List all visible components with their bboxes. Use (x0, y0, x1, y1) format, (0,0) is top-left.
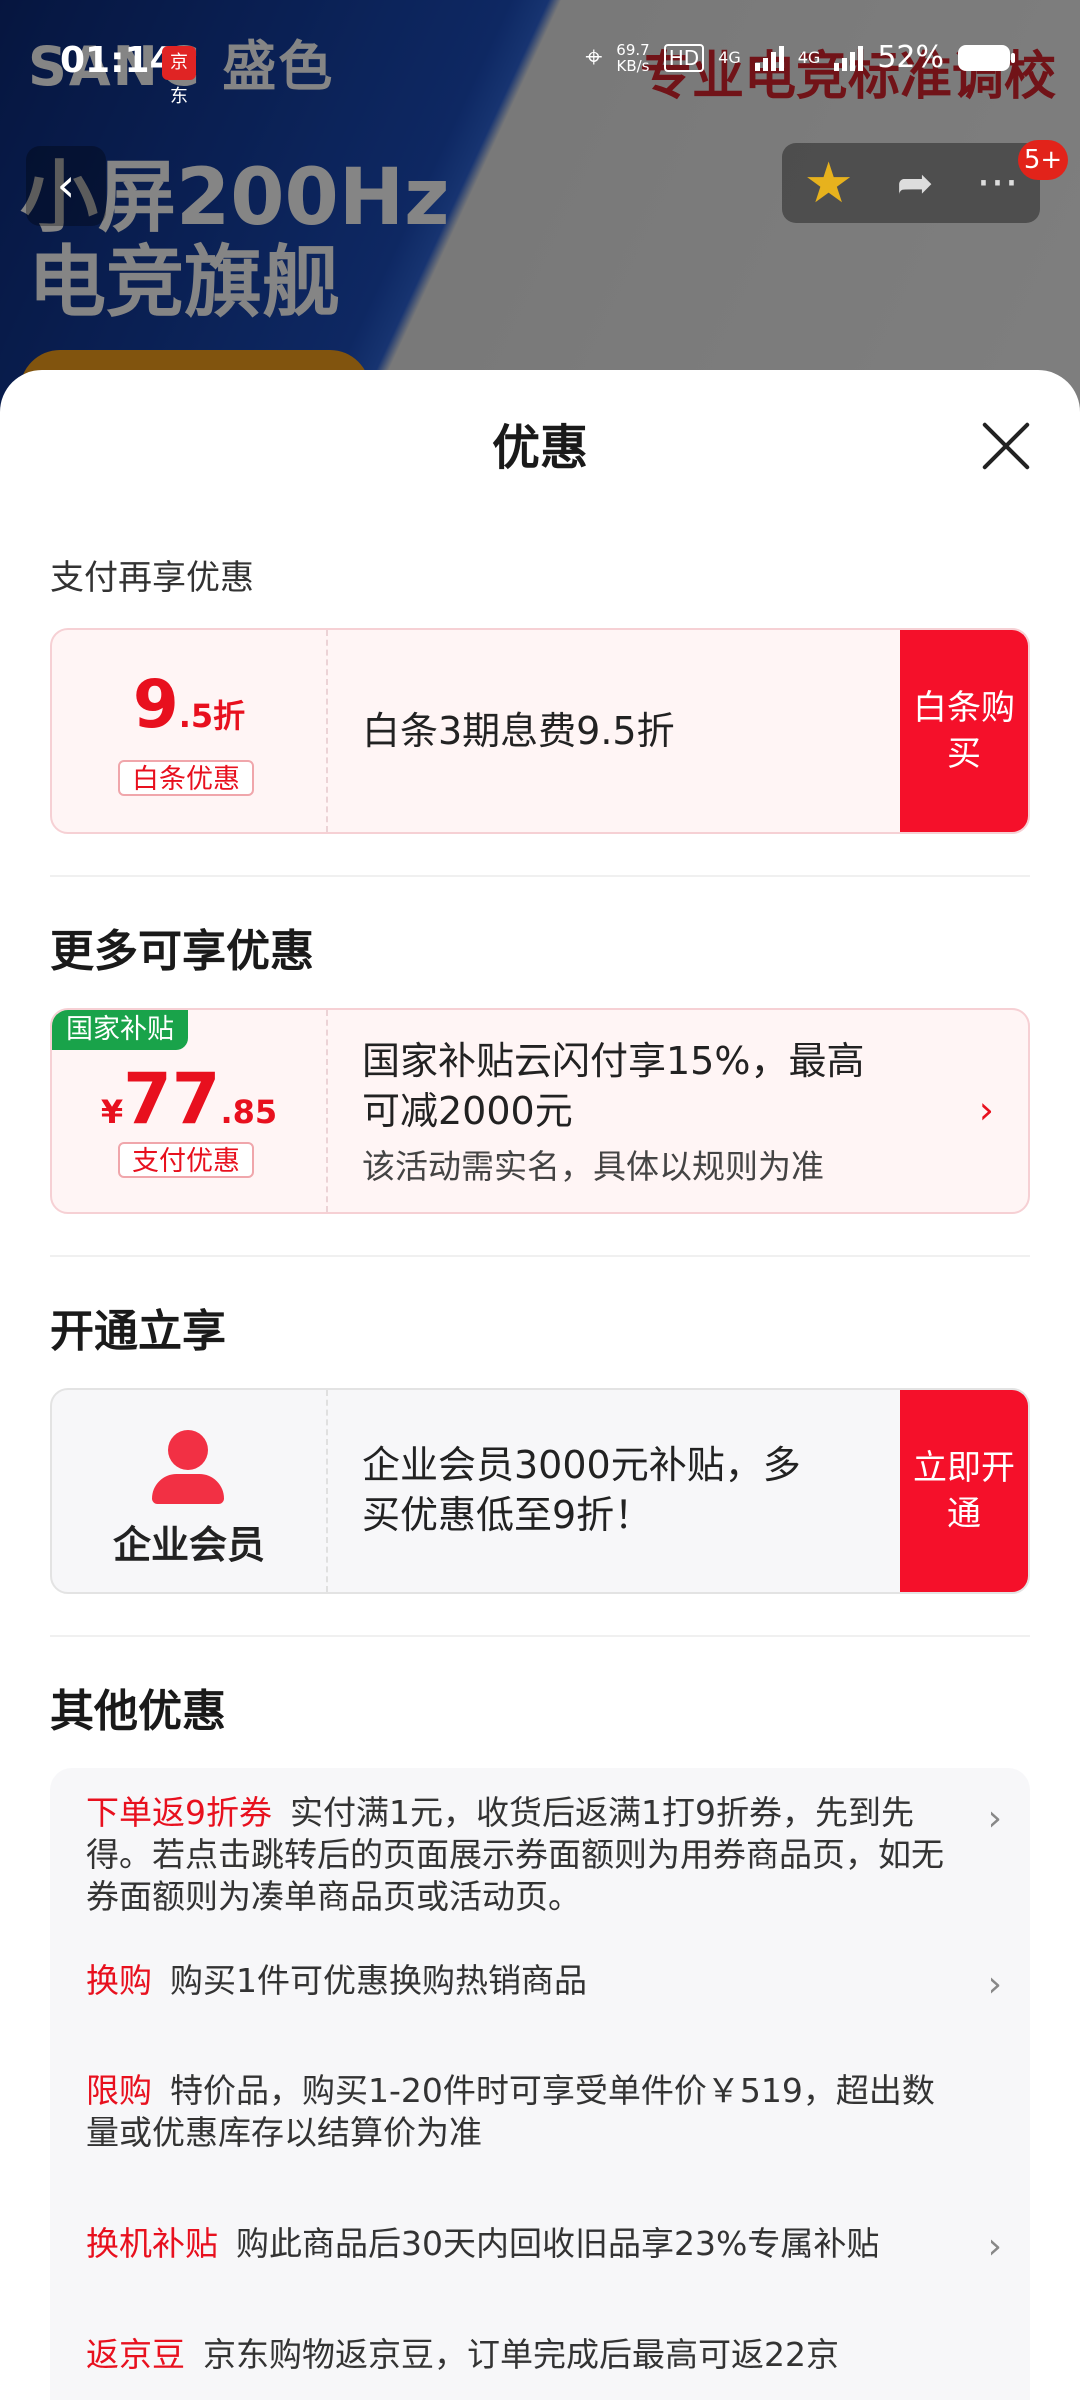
section-open-title: 开通立享 (50, 1306, 226, 1357)
message-badge: 5+ (1018, 140, 1068, 180)
net-speed: 69.7 KB/s (616, 40, 650, 75)
divider (50, 1635, 1030, 1637)
enterprise-open-button[interactable]: 立即开通 (900, 1390, 1028, 1592)
promo-item[interactable]: 换机补贴 购此商品后30天内回收旧品享23%专属补贴 (86, 2223, 956, 2265)
close-icon[interactable] (980, 420, 1032, 472)
promo-item[interactable]: 返京豆 京东购物返京豆，订单完成后最高可返22京 (86, 2334, 956, 2376)
sim2-label: 4G (797, 47, 821, 67)
gov-tag: 支付优惠 (118, 1142, 254, 1178)
favorite-star-icon[interactable]: ★ (803, 151, 853, 216)
gov-amount: ¥77.85 (100, 1058, 278, 1140)
baitiao-tag: 白条优惠 (118, 760, 254, 796)
section-more-title: 更多可享优惠 (50, 926, 314, 977)
enterprise-desc-1: 企业会员3000元补贴，多 (362, 1443, 801, 1487)
status-bar: 01:14 京东 ⌖ 69.7 KB/s HD 4G 4G 52% (0, 0, 1080, 120)
baitiao-discount: 9.5折 (132, 666, 246, 743)
sheet-title: 优惠 (491, 420, 588, 476)
chevron-right-icon[interactable]: › (979, 1088, 994, 1132)
gov-desc-1: 国家补贴云闪付享15%，最高 (362, 1039, 865, 1083)
enterprise-label: 企业会员 (112, 1523, 265, 1567)
enterprise-left: 企业会员 (52, 1390, 328, 1592)
promo-item: 限购 特价品，购买1-20件时可享受单件价￥519，超出数量或优惠库存以结算价为准 (86, 2071, 935, 2152)
gov-corner-tag: 国家补贴 (52, 1010, 188, 1050)
status-time: 01:14 (60, 40, 175, 81)
signal-icon-2 (834, 45, 864, 71)
baitiao-desc: 白条3期息费9.5折 (362, 709, 675, 753)
promo-item[interactable]: 换购 购买1件可优惠换购热销商品 (86, 1960, 956, 2002)
battery-percent: 52% (877, 40, 944, 75)
chevron-right-icon[interactable]: › (988, 1798, 1002, 1839)
promotions-sheet: 优惠 支付再享优惠 9.5折 白条优惠 白条3期息费9.5折 白条购买 更多可享… (0, 370, 1080, 2400)
battery-icon (958, 44, 1015, 71)
baitiao-card[interactable]: 9.5折 白条优惠 白条3期息费9.5折 白条购买 (50, 628, 1030, 834)
gov-desc-2: 可减2000元 (362, 1089, 573, 1133)
top-actions: ★ ➦ ··· (782, 143, 1040, 223)
hd-icon: HD (663, 43, 705, 72)
more-icon[interactable]: ··· (977, 158, 1019, 209)
chevron-right-icon[interactable]: › (988, 2226, 1002, 2267)
gov-left: 国家补贴 ¥77.85 支付优惠 (52, 1010, 328, 1212)
chevron-right-icon[interactable]: › (988, 1964, 1002, 2005)
gov-note: 该活动需实名，具体以规则为准 (362, 1147, 824, 1186)
enterprise-card[interactable]: 企业会员 企业会员3000元补贴，多 买优惠低至9折！ 立即开通 (50, 1388, 1030, 1594)
back-button[interactable]: ‹ (26, 146, 106, 226)
signal-icon (754, 45, 784, 71)
divider (50, 875, 1030, 877)
other-promotions-list: 下单返9折券 实付满1元，收货后返满1打9折券，先到先得。若点击跳转后的页面展示券… (50, 1768, 1030, 2400)
gov-subsidy-card[interactable]: 国家补贴 ¥77.85 支付优惠 国家补贴云闪付享15%，最高 可减2000元 … (50, 1008, 1030, 1214)
app-notification-icon: 京东 (162, 46, 196, 107)
person-icon (148, 1430, 228, 1504)
promo-item[interactable]: 下单返9折券 实付满1元，收货后返满1打9折券，先到先得。若点击跳转后的页面展示券… (86, 1792, 956, 1918)
baitiao-left: 9.5折 白条优惠 (52, 630, 328, 832)
enterprise-desc-2: 买优惠低至9折！ (362, 1493, 653, 1537)
location-icon: ⌖ (585, 40, 603, 75)
share-icon[interactable]: ➦ (897, 158, 934, 209)
section-payment-title: 支付再享优惠 (50, 558, 254, 598)
section-other-title: 其他优惠 (50, 1686, 226, 1737)
baitiao-buy-button[interactable]: 白条购买 (900, 630, 1028, 832)
sim1-label: 4G (718, 47, 741, 67)
divider (50, 1255, 1030, 1257)
